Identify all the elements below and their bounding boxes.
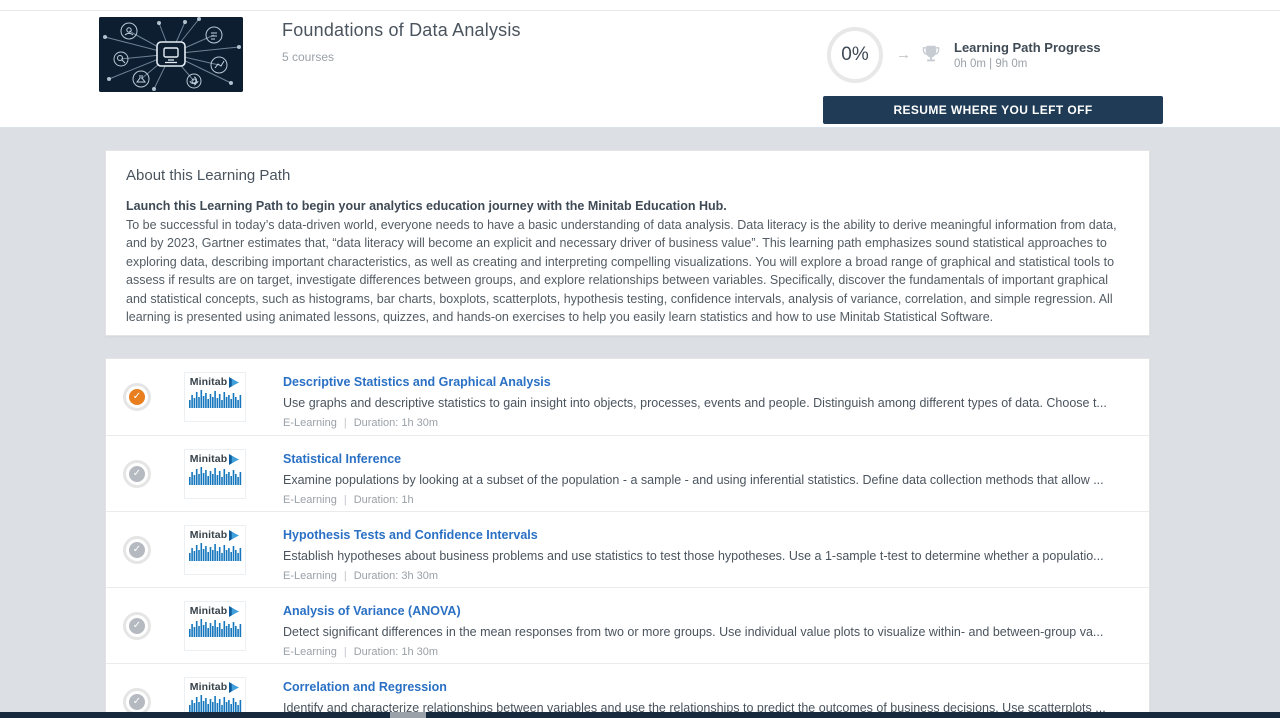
trophy-icon [920,43,942,65]
course-count: 5 courses [282,50,521,64]
minitab-logo: Minitab [184,372,246,422]
minitab-chevron-icon [229,454,240,465]
course-title-link[interactable]: Hypothesis Tests and Confidence Interval… [283,528,538,542]
course-row: ✓ Minitab Descriptive Statistics and Gra… [106,359,1149,435]
progress-circle: 0% [827,27,883,83]
course-title-link[interactable]: Correlation and Regression [283,680,447,694]
minitab-chevron-icon [229,377,240,388]
learning-path-page: Foundations of Data Analysis 5 courses 0… [0,0,1280,718]
footer-bar [0,712,1280,718]
course-row: ✓ Minitab Hypothesis Tests and Confidenc… [106,511,1149,587]
course-description: Use graphs and descriptive statistics to… [283,396,1123,410]
about-description: To be successful in today’s data-driven … [126,216,1129,327]
minitab-bars-icon [189,617,243,637]
course-row: ✓ Minitab Analysis of Variance (ANOVA) D… [106,587,1149,663]
minitab-chevron-icon [229,530,240,541]
learning-path-header: Foundations of Data Analysis 5 courses 0… [0,0,1280,128]
check-circle-icon: ✓ [123,383,151,411]
network-illustration [99,17,243,92]
learning-path-thumbnail [99,17,243,92]
progress-time: 0h 0m | 9h 0m [954,58,1101,70]
check-circle-icon: ✓ [123,536,151,564]
about-title: About this Learning Path [126,167,1129,184]
course-description: Establish hypotheses about business prob… [283,549,1123,563]
minitab-chevron-icon [229,606,240,617]
course-row: ✓ Minitab Statistical Inference Examine … [106,435,1149,511]
resume-button[interactable]: RESUME WHERE YOU LEFT OFF [823,96,1163,124]
minitab-bars-icon [189,693,243,713]
course-description: Detect significant differences in the me… [283,625,1123,639]
page-title: Foundations of Data Analysis [282,20,521,41]
footer-scrollbar-thumb[interactable] [390,712,426,718]
course-meta: E-Learning|Duration: 1h [283,494,1123,506]
course-title-link[interactable]: Statistical Inference [283,452,401,466]
minitab-bars-icon [189,465,243,485]
course-list: ✓ Minitab Descriptive Statistics and Gra… [105,358,1150,718]
minitab-chevron-icon [229,682,240,693]
progress-label: Learning Path Progress [954,40,1101,55]
course-description: Examine populations by looking at a subs… [283,473,1123,487]
minitab-logo: Minitab [184,601,246,651]
title-block: Foundations of Data Analysis 5 courses [282,20,521,64]
progress-texts: Learning Path Progress 0h 0m | 9h 0m [954,40,1101,70]
course-row: ✓ Minitab Correlation and Regression Ide… [106,663,1149,718]
minitab-logo: Minitab [184,525,246,575]
about-lead: Launch this Learning Path to begin your … [126,197,1129,216]
header-divider [0,10,1280,11]
progress-percent: 0% [841,44,868,66]
about-card: About this Learning Path Launch this Lea… [105,150,1150,336]
course-meta: E-Learning|Duration: 1h 30m [283,417,1123,429]
course-title-link[interactable]: Descriptive Statistics and Graphical Ana… [283,375,551,389]
minitab-bars-icon [189,388,243,408]
course-title-link[interactable]: Analysis of Variance (ANOVA) [283,604,461,618]
arrow-right-icon: → [896,46,911,63]
minitab-logo: Minitab [184,449,246,499]
course-meta: E-Learning|Duration: 1h 30m [283,646,1123,658]
course-meta: E-Learning|Duration: 3h 30m [283,570,1123,582]
check-circle-icon: ✓ [123,460,151,488]
minitab-bars-icon [189,541,243,561]
check-circle-icon: ✓ [123,612,151,640]
